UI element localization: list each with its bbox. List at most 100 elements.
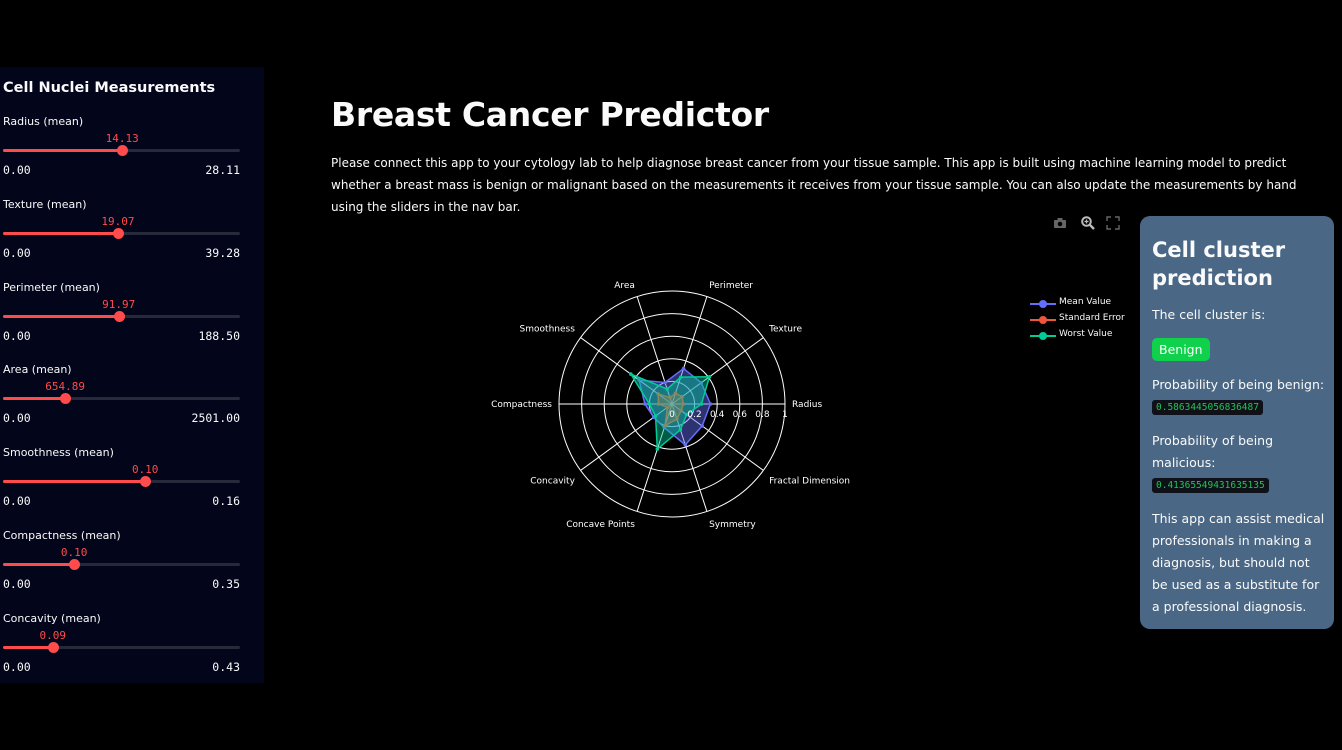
slider-thumb[interactable] <box>117 145 129 156</box>
malicious-probability-label: Probability of being malicious: <box>1152 433 1274 470</box>
slider-fill <box>3 397 66 401</box>
legend-marker <box>1039 332 1047 340</box>
slider-max: 2501.00 <box>191 411 240 426</box>
prediction-card: Cell cluster prediction The cell cluster… <box>1140 216 1334 629</box>
slider-thumb[interactable] <box>113 310 125 322</box>
legend-label: Worst Value <box>1059 329 1113 339</box>
autoscale-icon[interactable] <box>1105 215 1121 231</box>
slider-fill <box>3 480 146 484</box>
radar-chart: 0 0.2 0.4 0.6 0.8 1 Radius Texture Perimeter Area… <box>491 281 850 530</box>
prediction-result-badge: Benign <box>1152 338 1210 361</box>
slider-fill <box>3 314 119 318</box>
slider-max: 28.11 <box>205 163 240 177</box>
slider-max: 0.16 <box>212 494 240 509</box>
series-point <box>665 387 669 391</box>
radial-tick-label: 0.4 <box>710 410 725 420</box>
legend-item[interactable]: Worst Value <box>1028 329 1148 343</box>
page-title: Breast Cancer Predictor <box>331 95 769 134</box>
slider-fill <box>3 563 75 566</box>
slider-1: Texture (mean) 19.07 0.00 39.28 <box>0 198 264 278</box>
camera-icon[interactable] <box>1052 215 1068 231</box>
slider-track[interactable] <box>3 145 240 156</box>
category-label: Concave Points <box>566 520 635 530</box>
slider-value: 0.09 <box>39 628 67 642</box>
prediction-intro: The cell cluster is: <box>1152 307 1266 322</box>
slider-fill <box>3 231 118 235</box>
slider-thumb[interactable] <box>112 227 124 239</box>
slider-max: 188.50 <box>198 328 240 343</box>
slider-value: 91.97 <box>102 297 136 311</box>
slider-min: 0.00 <box>3 411 31 426</box>
legend-item[interactable]: Standard Error <box>1028 313 1148 327</box>
legend-marker <box>1039 316 1047 324</box>
series-point <box>653 414 658 418</box>
slider-fill <box>3 149 123 152</box>
zoom-icon[interactable] <box>1080 215 1096 231</box>
malicious-probability-value: 0.41365549431635135 <box>1152 478 1269 493</box>
slider-max: 39.28 <box>205 245 240 260</box>
series-point <box>707 374 712 379</box>
disclaimer-text: This app can assist medical professional… <box>1152 511 1325 614</box>
category-label: Concavity <box>530 477 575 487</box>
radial-tick-label: 0.6 <box>733 410 748 420</box>
slider-thumb[interactable] <box>47 641 59 653</box>
slider-track[interactable] <box>3 310 240 322</box>
category-label: Smoothness <box>520 324 576 334</box>
slider-min: 0.00 <box>3 245 31 260</box>
slider-label: Area (mean) <box>3 363 72 377</box>
prediction-title: Cell cluster prediction <box>1152 238 1286 290</box>
benign-probability-value: 0.5863445056836487 <box>1152 400 1263 415</box>
category-label: Compactness <box>491 400 552 410</box>
slider-track[interactable] <box>3 476 240 488</box>
slider-min: 0.00 <box>3 494 31 509</box>
category-label: Symmetry <box>709 520 756 530</box>
series-point <box>683 443 688 447</box>
slider-max: 0.35 <box>212 577 240 591</box>
series-point <box>681 366 686 371</box>
slider-value: 19.07 <box>101 214 135 228</box>
series-point <box>678 375 683 379</box>
radial-tick-label: 0.2 <box>687 410 701 420</box>
slider-track[interactable] <box>3 641 240 653</box>
category-label: Perimeter <box>709 281 753 291</box>
slider-label: Perimeter (mean) <box>3 280 100 294</box>
slider-min: 0.00 <box>3 577 31 591</box>
series-point <box>655 447 660 451</box>
series-point <box>699 402 704 406</box>
series-point <box>678 427 683 432</box>
series-point <box>663 380 667 385</box>
series-point <box>708 402 713 406</box>
series-point <box>629 372 633 376</box>
radial-tick-label: 1 <box>782 410 788 420</box>
slider-label: Radius (mean) <box>3 115 84 128</box>
slider-6: Concavity (mean) 0.09 0.00 0.43 <box>0 612 264 692</box>
slider-value: 0.10 <box>60 546 88 559</box>
slider-min: 0.00 <box>3 328 31 343</box>
slider-label: Texture (mean) <box>3 197 87 211</box>
slider-thumb[interactable] <box>60 393 72 405</box>
legend-item[interactable]: Mean Value <box>1028 297 1148 311</box>
legend-label: Standard Error <box>1059 313 1125 323</box>
slider-5: Compactness (mean) 0.10 0.00 0.35 <box>0 529 264 609</box>
slider-label: Concavity (mean) <box>3 611 101 625</box>
radial-tick-label: 0.8 <box>755 410 770 420</box>
slider-3: Area (mean) 654.89 0.00 2501.00 <box>0 363 264 443</box>
series-point <box>647 402 652 406</box>
slider-value: 14.13 <box>105 132 139 145</box>
category-label: Area <box>614 281 635 291</box>
legend-marker <box>1039 300 1047 308</box>
slider-label: Compactness (mean) <box>3 529 121 542</box>
slider-thumb[interactable] <box>140 476 152 488</box>
series-point <box>700 424 704 428</box>
slider-track[interactable] <box>3 393 240 405</box>
slider-thumb[interactable] <box>69 559 81 570</box>
slider-track[interactable] <box>3 227 240 239</box>
category-label: Fractal Dimension <box>769 477 850 487</box>
legend-label: Mean Value <box>1059 297 1112 307</box>
slider-track[interactable] <box>3 559 240 570</box>
benign-probability-label: Probability of being benign: <box>1152 377 1325 392</box>
slider-fill <box>3 645 53 649</box>
sidebar-title: Cell Nuclei Measurements <box>3 80 216 96</box>
page-description: Please connect this app to your cytology… <box>331 156 1297 214</box>
radial-tick-label: 0 <box>669 410 675 420</box>
